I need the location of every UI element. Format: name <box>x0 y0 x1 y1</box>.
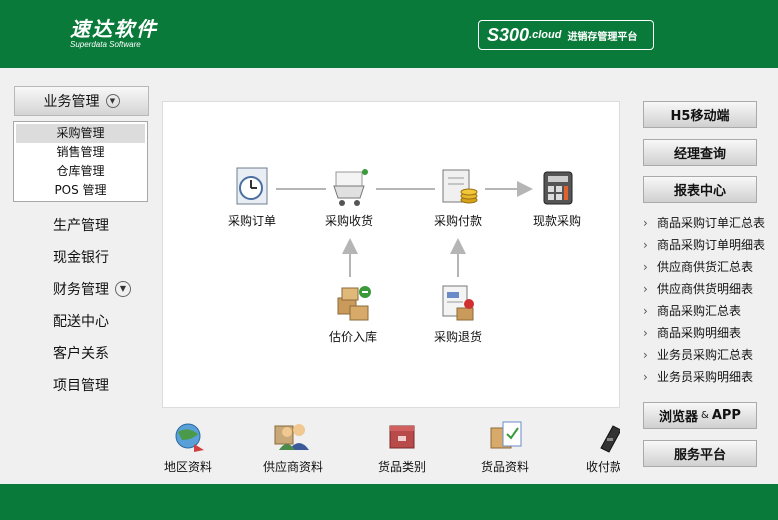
shortcut-payment[interactable]: 收付款 <box>563 418 620 475</box>
boxes-icon <box>332 282 374 324</box>
chevron-double-down-icon: ▼ <box>115 281 131 297</box>
chevron-double-down-icon: ▼ <box>105 94 120 108</box>
nav-label: 配送中心 <box>53 314 109 330</box>
product-tagline: 进销存管理平台 <box>567 31 638 43</box>
nav-label: 财务管理 <box>53 282 109 298</box>
product-cloud: .cloud <box>529 29 562 41</box>
nav-crm[interactable]: 客户关系 <box>53 343 109 363</box>
pos-terminal-icon <box>597 418 620 454</box>
report-label: 商品采购订单明细表 <box>657 238 766 252</box>
nav-label: 生产管理 <box>53 218 109 234</box>
nav-label: 项目管理 <box>53 378 109 394</box>
box-icon <box>382 418 422 454</box>
report-link[interactable]: › 业务员采购汇总表 <box>643 344 778 366</box>
flow-arrows <box>276 181 533 277</box>
flow-purchase-return[interactable]: 采购退货 <box>418 282 498 345</box>
product-name: S300 <box>487 24 530 45</box>
shortcut-label: 收付款 <box>586 460 620 474</box>
shortcut-label: 地区资料 <box>163 460 212 474</box>
flow-cash-purchase[interactable]: 现款采购 <box>517 166 597 229</box>
report-link[interactable]: › 供应商供货汇总表 <box>643 256 778 278</box>
chevron-right-icon: › <box>643 282 648 296</box>
flow-label: 采购退货 <box>433 330 482 344</box>
flow-label: 采购收货 <box>324 214 373 228</box>
nav-cash-bank[interactable]: 现金银行 <box>53 247 109 267</box>
chevron-right-icon: › <box>643 370 648 384</box>
calculator-icon <box>536 166 578 208</box>
nav-business-management[interactable]: 业务管理 ▼ <box>14 86 149 116</box>
submenu-pos[interactable]: POS 管理 <box>16 181 145 200</box>
report-link[interactable]: › 商品采购订单汇总表 <box>643 212 778 234</box>
logo-sub-text: Superdata Software <box>70 40 141 49</box>
nav-project[interactable]: 项目管理 <box>53 375 109 395</box>
flow-purchase-payment[interactable]: 采购付款 <box>418 166 498 229</box>
company-logo: 速达软件 Superdata Software <box>70 18 158 50</box>
nav-label: 客户关系 <box>53 346 109 362</box>
report-label: 业务员采购明细表 <box>657 370 754 384</box>
nav-finance[interactable]: 财务管理 ▼ <box>53 279 131 299</box>
clock-document-icon <box>231 166 273 208</box>
browser-app-button[interactable]: 浏览器 & APP <box>643 402 757 429</box>
browser-label: 浏览器 <box>659 410 699 425</box>
report-label: 商品采购订单汇总表 <box>657 216 766 230</box>
app-label: APP <box>711 408 741 423</box>
chevron-right-icon: › <box>643 348 648 362</box>
logo-main-text: 速达软件 <box>70 17 158 41</box>
chevron-right-icon: › <box>643 304 648 318</box>
people-icon <box>273 418 313 454</box>
shortcut-supplier[interactable]: 供应商资料 <box>248 418 338 475</box>
report-label: 商品采购明细表 <box>657 326 742 340</box>
flow-label: 估价入库 <box>328 330 377 344</box>
report-link[interactable]: › 业务员采购明细表 <box>643 366 778 388</box>
flow-purchase-receive[interactable]: 采购收货 <box>309 166 389 229</box>
submenu-sales[interactable]: 销售管理 <box>16 143 145 162</box>
chevron-right-icon: › <box>643 216 648 230</box>
report-label: 业务员采购汇总表 <box>657 348 754 362</box>
flow-label: 采购付款 <box>433 214 482 228</box>
report-center-button[interactable]: 报表中心 <box>643 176 757 203</box>
report-list: › 商品采购订单汇总表 › 商品采购订单明细表 › 供应商供货汇总表 › 供应商供货明细… <box>643 212 778 388</box>
nav-delivery[interactable]: 配送中心 <box>53 311 109 331</box>
shortcut-label: 供应商资料 <box>262 460 323 474</box>
nav-title-label: 业务管理 <box>43 94 100 110</box>
report-link[interactable]: › 供应商供货明细表 <box>643 278 778 300</box>
report-label: 供应商供货明细表 <box>657 282 754 296</box>
shopping-cart-icon <box>328 166 370 208</box>
chevron-right-icon: › <box>643 326 648 340</box>
chevron-right-icon: › <box>643 238 648 252</box>
shortcut-region[interactable]: 地区资料 <box>143 418 233 475</box>
business-submenu: 采购管理 销售管理 仓库管理 POS 管理 <box>13 121 148 202</box>
product-badge: S300 .cloud 进销存管理平台 <box>478 20 654 50</box>
top-header: 速达软件 Superdata Software S300 .cloud 进销存管… <box>0 0 778 68</box>
flow-label: 现款采购 <box>532 214 581 228</box>
flow-estimate-in[interactable]: 估价入库 <box>313 282 393 345</box>
submenu-purchase[interactable]: 采购管理 <box>16 124 145 143</box>
manager-query-button[interactable]: 经理查询 <box>643 139 757 166</box>
globe-icon <box>168 418 208 454</box>
report-label: 供应商供货汇总表 <box>657 260 754 274</box>
document-box-icon <box>437 282 479 324</box>
shortcut-category[interactable]: 货品类别 <box>357 418 447 475</box>
h5-mobile-button[interactable]: H5移动端 <box>643 101 757 128</box>
shortcut-goods[interactable]: 货品资料 <box>460 418 550 475</box>
service-platform-button[interactable]: 服务平台 <box>643 440 757 467</box>
shortcut-label: 货品类别 <box>377 460 426 474</box>
report-link[interactable]: › 商品采购订单明细表 <box>643 234 778 256</box>
flow-purchase-order[interactable]: 采购订单 <box>212 166 292 229</box>
clipboard-coins-icon <box>437 166 479 208</box>
chevron-right-icon: › <box>643 260 648 274</box>
ampersand-label: & <box>701 410 709 421</box>
bottom-footer <box>0 484 778 520</box>
nav-label: 现金银行 <box>53 250 109 266</box>
shortcut-label: 货品资料 <box>480 460 529 474</box>
flow-label: 采购订单 <box>227 214 276 228</box>
report-link[interactable]: › 商品采购明细表 <box>643 322 778 344</box>
box-check-icon <box>485 418 525 454</box>
purchase-flow-panel: 采购订单 采购收货 采购付款 现款采购 估价入库 采购退货 <box>162 101 620 408</box>
report-link[interactable]: › 商品采购汇总表 <box>643 300 778 322</box>
submenu-warehouse[interactable]: 仓库管理 <box>16 162 145 181</box>
nav-production[interactable]: 生产管理 <box>53 215 109 235</box>
report-label: 商品采购汇总表 <box>657 304 742 318</box>
